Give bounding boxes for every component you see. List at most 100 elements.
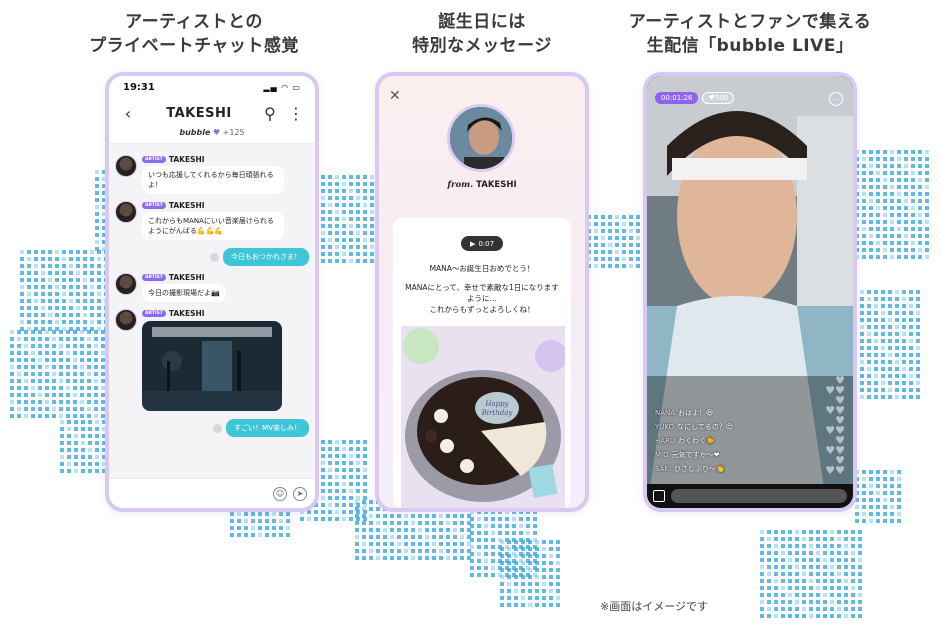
map-dot (816, 551, 820, 555)
map-dot (500, 575, 504, 579)
map-dot (601, 243, 605, 247)
map-dot (328, 454, 332, 458)
avatar[interactable] (115, 309, 137, 331)
message-bubble: これからもMANAにいい音楽届けられるようにがんばる💪💪💪 (142, 212, 284, 240)
map-dot (897, 470, 901, 474)
map-dot (498, 531, 502, 535)
map-dot (328, 203, 332, 207)
map-dot (860, 367, 864, 371)
map-dot (342, 440, 346, 444)
map-dot (909, 367, 913, 371)
gift-icon[interactable] (653, 490, 665, 502)
map-dot (80, 351, 84, 355)
map-dot (38, 337, 42, 341)
map-dot (370, 252, 374, 256)
map-dot (500, 568, 504, 572)
map-dot (862, 498, 866, 502)
map-dot (349, 238, 353, 242)
map-dot (888, 311, 892, 315)
map-dot (869, 192, 873, 196)
map-dot (505, 531, 509, 535)
map-dot (890, 519, 894, 523)
map-dot (363, 475, 367, 479)
map-dot (363, 203, 367, 207)
map-dot (279, 512, 283, 516)
message-item-outgoing: すごい！MV楽しみ！ (115, 419, 309, 437)
map-dot (95, 462, 99, 466)
map-dot (41, 257, 45, 261)
sender-name: TAKESHI (168, 201, 205, 210)
map-dot (48, 285, 52, 289)
comment-input[interactable] (671, 489, 847, 503)
map-dot (446, 528, 450, 532)
map-dot (549, 554, 553, 558)
send-icon[interactable]: ➤ (293, 486, 307, 501)
map-dot (629, 264, 633, 268)
avatar[interactable] (115, 201, 137, 223)
search-icon[interactable]: ⚲ (261, 104, 279, 123)
map-dot (349, 510, 353, 514)
map-dot (549, 561, 553, 565)
close-icon[interactable]: ✕ (389, 88, 401, 104)
map-dot (369, 500, 373, 504)
map-dot (874, 290, 878, 294)
map-dot (781, 537, 785, 541)
map-dot (888, 304, 892, 308)
map-dot (328, 252, 332, 256)
map-dot (505, 517, 509, 521)
map-dot (27, 292, 31, 296)
map-dot (76, 278, 80, 282)
map-dot (507, 568, 511, 572)
map-dot (816, 607, 820, 611)
map-dot (911, 171, 915, 175)
map-dot (342, 182, 346, 186)
map-dot (356, 238, 360, 242)
map-dot (94, 379, 98, 383)
map-dot (767, 544, 771, 548)
map-dot (90, 285, 94, 289)
map-dot (507, 575, 511, 579)
map-dot (10, 393, 14, 397)
chat-input-bar[interactable]: ☺ ➤ (109, 478, 315, 508)
map-dot (73, 393, 77, 397)
studio-photo[interactable] (142, 321, 282, 411)
map-dot (851, 607, 855, 611)
map-dot (453, 521, 457, 525)
map-dot (760, 544, 764, 548)
map-dot (514, 568, 518, 572)
map-dot (862, 477, 866, 481)
more-icon[interactable]: ⋮ (287, 104, 305, 123)
map-dot (363, 189, 367, 193)
map-dot (335, 510, 339, 514)
map-dot (862, 157, 866, 161)
map-dot (230, 519, 234, 523)
back-chevron-icon[interactable]: ‹ (119, 104, 137, 123)
map-dot (460, 528, 464, 532)
map-dot (594, 250, 598, 254)
audio-play-button[interactable]: ▶ 0:07 (461, 236, 503, 251)
map-dot (95, 184, 99, 188)
avatar[interactable] (115, 273, 137, 295)
chat-toggle-icon[interactable]: … (829, 92, 843, 106)
map-dot (62, 306, 66, 310)
map-dot (328, 217, 332, 221)
map-dot (862, 248, 866, 252)
map-dot (533, 517, 537, 521)
map-dot (795, 593, 799, 597)
map-dot (321, 196, 325, 200)
map-dot (795, 558, 799, 562)
map-dot (629, 229, 633, 233)
avatar[interactable] (115, 155, 137, 177)
map-dot (918, 213, 922, 217)
map-dot (87, 365, 91, 369)
map-dot (52, 372, 56, 376)
map-dot (69, 292, 73, 296)
map-dot (767, 579, 771, 583)
map-dot (477, 524, 481, 528)
emoji-icon[interactable]: ☺ (273, 486, 287, 501)
map-dot (507, 596, 511, 600)
comment-text: ひさしぶり〜👏 (674, 465, 725, 473)
map-dot (20, 271, 24, 275)
map-dot (781, 586, 785, 590)
map-dot (816, 544, 820, 548)
